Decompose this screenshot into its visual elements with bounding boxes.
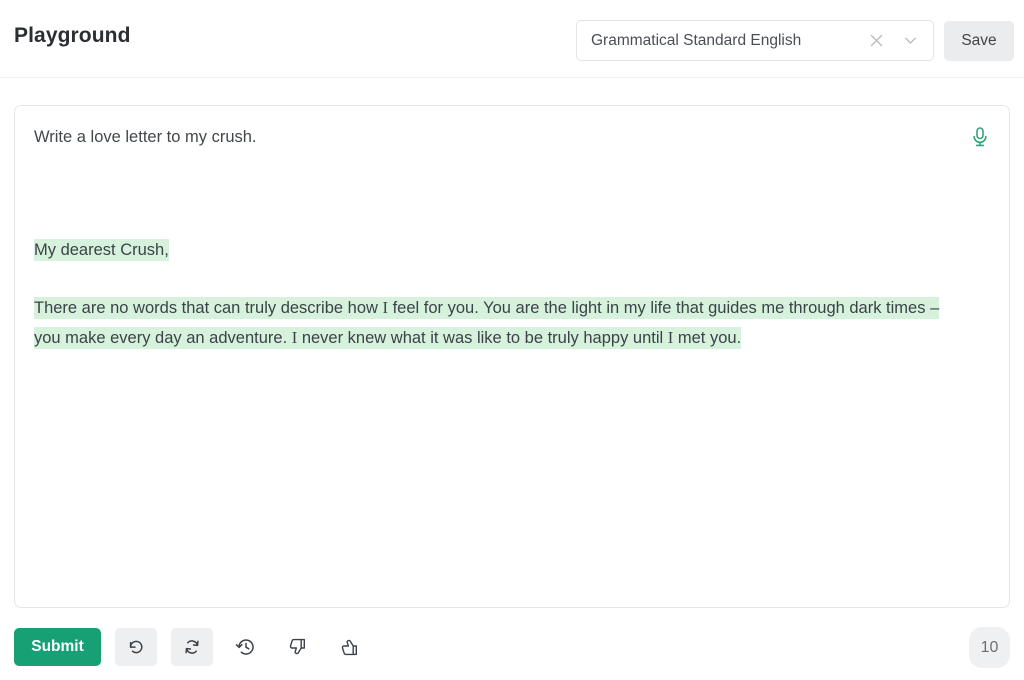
completion-salutation-line: My dearest Crush, [34,236,949,265]
completion-paragraph: There are no words that can truly descri… [34,293,946,353]
expand-dropdown-button[interactable] [897,28,923,54]
toolbar-actions: Submit [14,628,369,666]
completion-paragraph-highlight: There are no words that can truly descri… [34,297,940,349]
thumbs-up-icon [340,637,360,657]
refresh-icon [182,637,202,657]
regenerate-button[interactable] [171,628,213,666]
save-button[interactable]: Save [944,20,1014,61]
history-button[interactable] [227,628,265,666]
microphone-icon [970,126,990,148]
clear-selection-button[interactable] [863,28,889,54]
model-select-icons [863,21,923,60]
submit-button[interactable]: Submit [14,628,101,666]
undo-icon [126,637,146,657]
paragraph-segment-4: met you. [673,329,742,347]
undo-button[interactable] [115,628,157,666]
thumbs-up-button[interactable] [331,628,369,666]
prompt-text: Write a love letter to my crush. [34,128,257,146]
completion-salutation: My dearest Crush, [34,239,169,261]
bottom-toolbar: Submit 10 [14,627,1010,668]
editor-content[interactable]: Write a love letter to my crush. My dear… [34,124,949,353]
app-header: Playground Grammatical Standard English [0,0,1024,78]
paragraph-segment-3: never knew what it was like to be truly … [297,329,668,347]
model-select-value: Grammatical Standard English [591,31,802,49]
token-counter: 10 [969,627,1010,668]
chevron-down-icon [902,32,919,49]
thumbs-down-button[interactable] [279,628,317,666]
close-x-icon [868,32,885,49]
thumbs-down-icon [288,637,308,657]
microphone-button[interactable] [967,124,993,150]
model-select[interactable]: Grammatical Standard English [576,20,934,61]
history-clock-icon [235,636,257,658]
editor-card[interactable]: Write a love letter to my crush. My dear… [14,105,1010,608]
header-controls: Grammatical Standard English Save [576,20,1014,61]
page-title: Playground [14,24,131,47]
playground-app: Playground Grammatical Standard English [0,0,1024,680]
paragraph-segment-1: There are no words that can truly descri… [34,299,383,317]
